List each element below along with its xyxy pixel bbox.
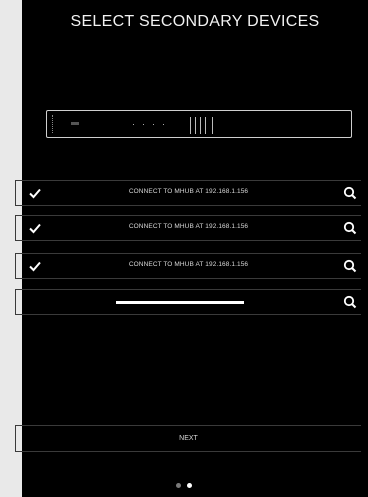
device-row-label: CONNECT TO MHUB AT 192.168.1.156 [128, 261, 249, 268]
page-indicator [0, 477, 368, 495]
page-title: SELECT SECONDARY DEVICES [70, 13, 320, 30]
checkmark-icon [29, 223, 41, 234]
device-row-label: CONNECT TO MHUB AT 192.168.1.156 [128, 188, 249, 195]
device-row[interactable]: CONNECT TO MHUB AT 192.168.1.156 [15, 253, 361, 279]
device-row[interactable]: CONNECT TO MHUB AT 192.168.1.156 [15, 215, 361, 241]
device-led [143, 124, 144, 125]
device-image [46, 110, 352, 138]
device-led [163, 124, 164, 125]
device-led [133, 124, 134, 125]
search-icon[interactable] [343, 259, 357, 273]
search-icon[interactable] [343, 221, 357, 235]
device-port [190, 117, 191, 134]
device-port [195, 117, 196, 134]
setup-screen: SELECT SECONDARY DEVICES [22, 0, 368, 497]
device-logo [71, 122, 79, 125]
page-dot-active[interactable] [187, 483, 193, 489]
device-port [205, 117, 206, 134]
search-icon[interactable] [343, 295, 357, 309]
search-icon[interactable] [343, 186, 357, 200]
checkmark-icon [29, 188, 41, 199]
device-port [200, 117, 201, 134]
placeholder-bar [116, 301, 244, 304]
device-port [212, 117, 213, 134]
device-row[interactable]: CONNECT TO MHUB AT 192.168.1.156 [15, 180, 361, 206]
device-row-label: CONNECT TO MHUB AT 192.168.1.156 [128, 223, 249, 230]
next-button[interactable]: NEXT [15, 425, 361, 452]
checkmark-icon [29, 261, 41, 272]
empty-device-row[interactable] [15, 289, 361, 315]
device-led [153, 124, 154, 125]
page-dot[interactable] [175, 483, 181, 489]
device-ear-left [52, 115, 54, 133]
